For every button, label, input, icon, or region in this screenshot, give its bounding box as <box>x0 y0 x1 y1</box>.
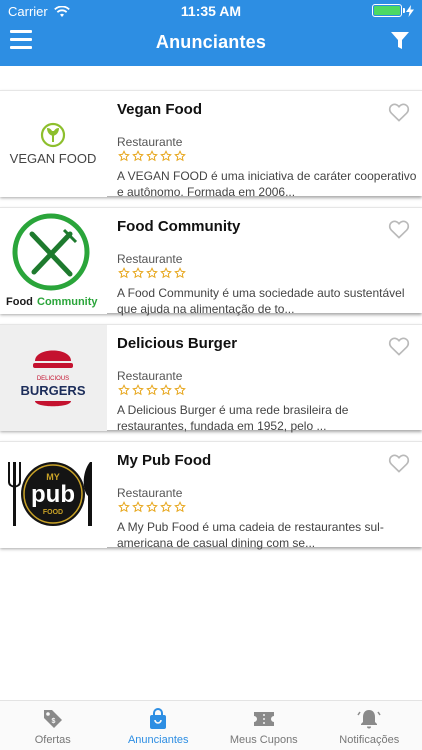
star-icon <box>118 501 130 513</box>
advertiser-card-delicious-burger[interactable]: DELICIOUS BURGERS Delicious Burger Resta… <box>0 324 422 434</box>
tab-anunciantes[interactable]: Anunciantes <box>106 701 212 750</box>
charging-icon <box>406 4 414 17</box>
tab-label: Meus Cupons <box>229 734 298 746</box>
advertiser-name: Food Community <box>117 218 241 235</box>
tag-icon: $ <box>43 710 62 728</box>
tab-bar: $ Ofertas Anunciantes Meus Cupons Notifi… <box>0 700 422 750</box>
star-icon <box>160 150 172 162</box>
delicious-burger-logo: DELICIOUS BURGERS <box>0 325 107 431</box>
card-body: My Pub Food Restaurante A My Pub Food é … <box>117 442 417 551</box>
star-icon <box>132 501 144 513</box>
my-pub-food-logo: MY pub FOOD <box>0 442 107 548</box>
ticket-icon <box>253 712 274 726</box>
tab-notificacoes[interactable]: Notificações <box>317 701 422 750</box>
description-line: americana de casual dining com se... <box>117 536 316 550</box>
star-icon <box>174 150 186 162</box>
advertiser-card-food-community[interactable]: Food Community Food Community Restaurant… <box>0 207 422 317</box>
card-body: Delicious Burger Restaurante A Delicious… <box>117 325 417 434</box>
rating-stars <box>118 384 186 396</box>
status-bar: Carrier 11:35 AM <box>0 0 422 22</box>
advertiser-card-my-pub-food[interactable]: MY pub FOOD My Pub Food Restaurante A My… <box>0 441 422 551</box>
description-line: restaurantes, fundada em 1952, pelo ... <box>117 419 327 433</box>
star-icon <box>146 267 158 279</box>
food-community-logo: Food Community <box>0 208 107 314</box>
advertiser-name: My Pub Food <box>117 452 212 469</box>
star-icon <box>118 384 130 396</box>
app-header: Carrier 11:35 AM Anunciantes <box>0 0 422 66</box>
tab-label: Ofertas <box>34 734 71 746</box>
star-icon <box>132 150 144 162</box>
star-icon <box>174 501 186 513</box>
description-line: que ajuda na alimentação de to... <box>117 302 295 316</box>
star-icon <box>160 384 172 396</box>
advertiser-description: A Food Community é uma sociedade auto su… <box>117 285 417 317</box>
logo-lettering: FOOD <box>43 509 63 516</box>
advertiser-category: Restaurante <box>117 486 183 500</box>
rating-stars <box>118 150 186 162</box>
advertiser-description: A My Pub Food é uma cadeia de restaurant… <box>117 519 417 551</box>
description-line: A Food Community é uma sociedade auto su… <box>117 286 405 300</box>
advertiser-card-vegan-food[interactable]: VEGAN FOOD Vegan Food Restaurante A VEGA… <box>0 90 422 200</box>
card-body: Vegan Food Restaurante A VEGAN FOOD é um… <box>117 91 417 200</box>
star-icon <box>174 267 186 279</box>
advertiser-category: Restaurante <box>117 369 183 383</box>
status-time: 11:35 AM <box>180 3 242 19</box>
filter-icon[interactable] <box>390 31 410 51</box>
vegan-food-logo: VEGAN FOOD <box>0 91 107 197</box>
description-line: e autônomo. Formada em 2006... <box>117 185 296 199</box>
star-icon <box>118 267 130 279</box>
tab-label: Notificações <box>339 734 400 746</box>
advertiser-list: VEGAN FOOD Vegan Food Restaurante A VEGA… <box>0 90 422 558</box>
star-icon <box>118 150 130 162</box>
page-title: Anunciantes <box>155 32 267 52</box>
heart-icon[interactable] <box>388 453 410 473</box>
tab-meus-cupons[interactable]: Meus Cupons <box>211 701 317 750</box>
star-icon <box>174 384 186 396</box>
navigation-bar: Anunciantes <box>0 22 422 66</box>
advertiser-description: A Delicious Burger é uma rede brasileira… <box>117 402 417 434</box>
status-right <box>372 4 414 17</box>
heart-icon[interactable] <box>388 102 410 122</box>
tab-ofertas[interactable]: $ Ofertas <box>0 701 106 750</box>
logo-lettering: Food <box>6 296 33 308</box>
logo-lettering: Community <box>37 296 98 308</box>
rating-stars <box>118 267 186 279</box>
description-line: A Delicious Burger é uma rede brasileira… <box>117 403 349 417</box>
description-line: A My Pub Food é uma cadeia de restaurant… <box>117 520 384 534</box>
bell-icon <box>357 710 381 729</box>
advertiser-name: Delicious Burger <box>117 335 238 352</box>
logo-lettering: pub <box>31 481 75 508</box>
star-icon <box>160 267 172 279</box>
star-icon <box>160 501 172 513</box>
logo-lettering: DELICIOUS <box>37 376 69 382</box>
star-icon <box>132 267 144 279</box>
advertiser-category: Restaurante <box>117 252 183 266</box>
advertiser-name: Vegan Food <box>117 101 203 118</box>
shopping-bag-icon <box>150 708 167 729</box>
heart-icon[interactable] <box>388 336 410 356</box>
logo-lettering: VEGAN FOOD <box>10 151 97 166</box>
battery-icon <box>372 4 405 17</box>
advertiser-description: A VEGAN FOOD é uma iniciativa de caráter… <box>117 168 417 200</box>
rating-stars <box>118 501 186 513</box>
star-icon <box>146 150 158 162</box>
advertiser-category: Restaurante <box>117 135 183 149</box>
heart-icon[interactable] <box>388 219 410 239</box>
logo-lettering: BURGERS <box>20 383 85 398</box>
card-body: Food Community Restaurante A Food Commun… <box>117 208 417 317</box>
description-line: A VEGAN FOOD é uma iniciativa de caráter… <box>117 169 417 183</box>
tab-label: Anunciantes <box>127 734 189 746</box>
star-icon <box>132 384 144 396</box>
star-icon <box>146 384 158 396</box>
star-icon <box>146 501 158 513</box>
svg-text:$: $ <box>51 718 55 725</box>
